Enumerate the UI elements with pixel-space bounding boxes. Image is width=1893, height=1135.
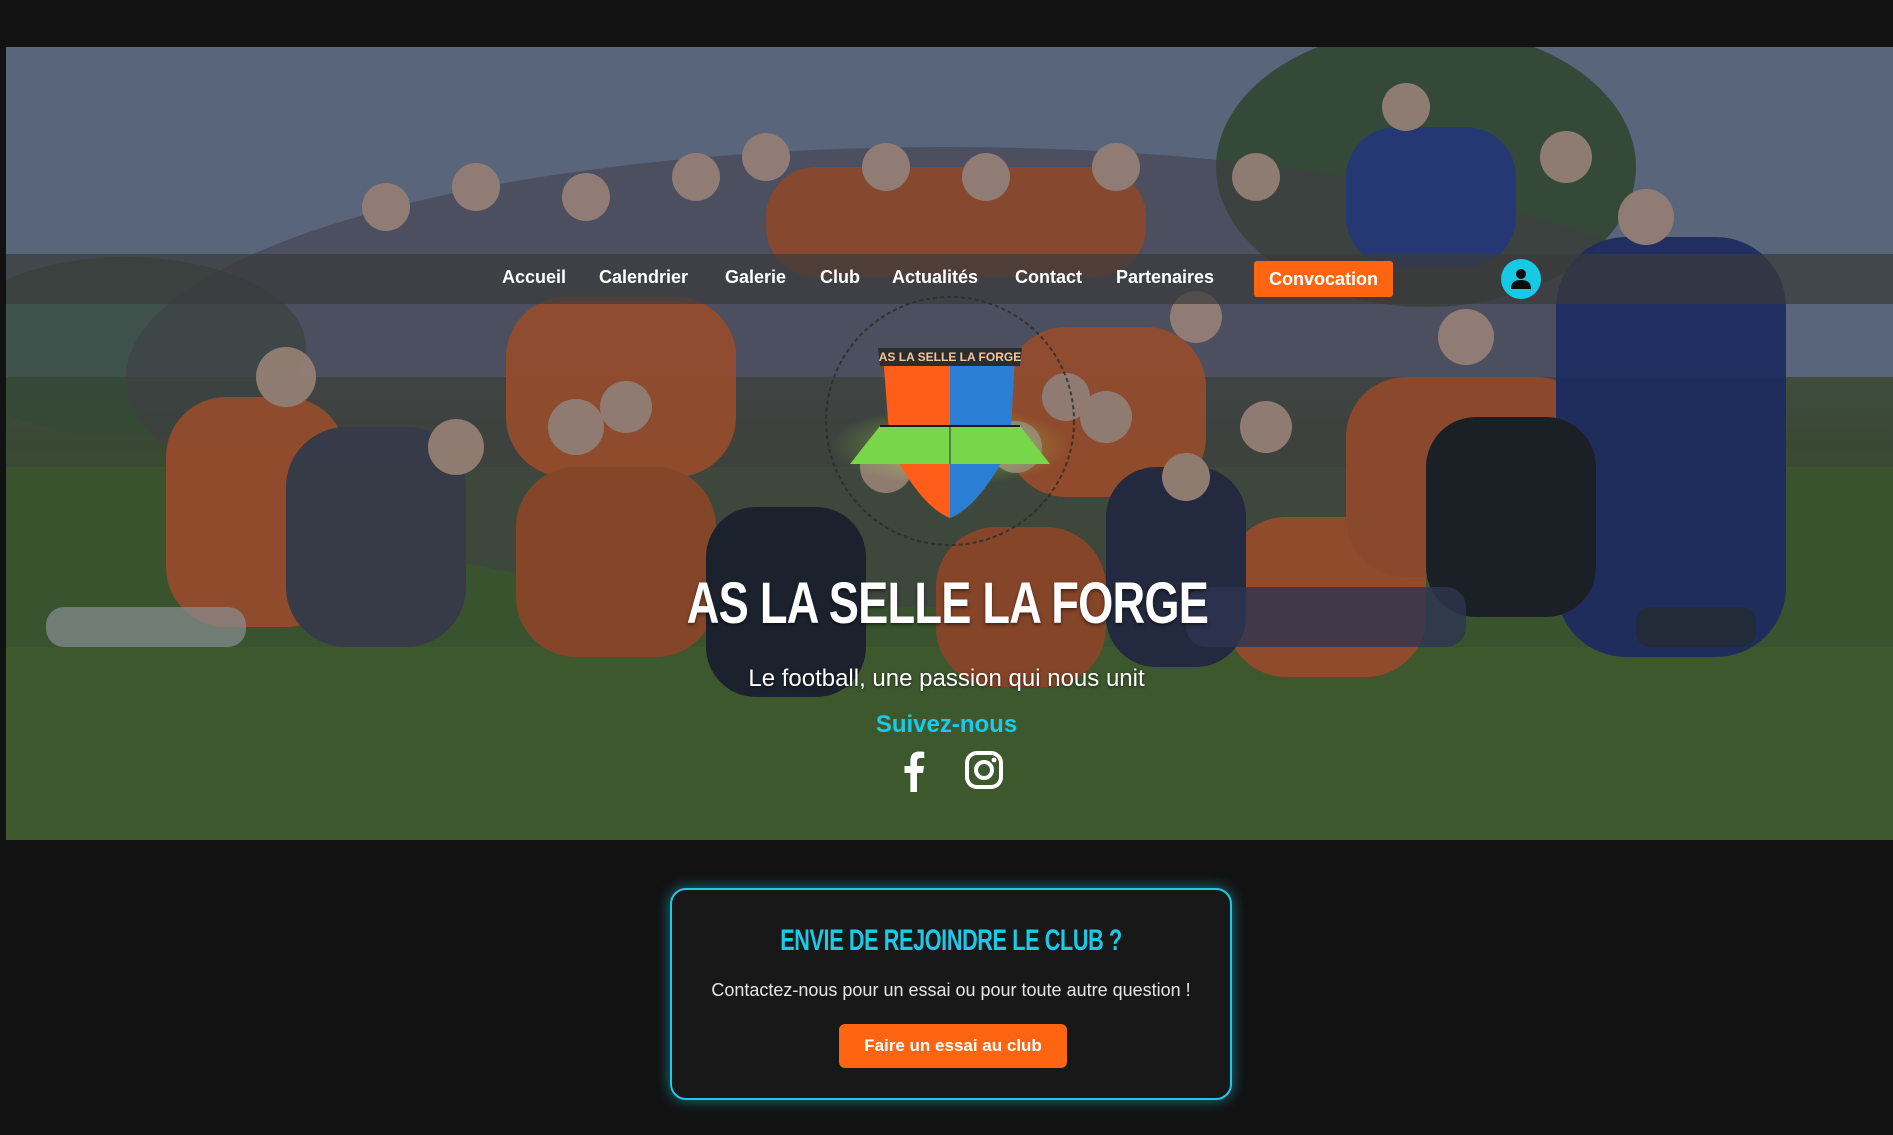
join-text: Contactez-nous pour un essai ou pour tou… [711, 980, 1191, 1000]
facebook-icon [904, 751, 925, 792]
nav-item-actualites[interactable]: Actualités [892, 267, 978, 288]
logo-text: AS LA SELLE LA FORGE [879, 350, 1021, 364]
nav-item-club[interactable]: Club [820, 267, 860, 288]
account-button[interactable] [1501, 259, 1541, 299]
nav-item-galerie[interactable]: Galerie [725, 267, 786, 288]
nav-item-partenaires[interactable]: Partenaires [1116, 267, 1214, 288]
club-logo: AS LA SELLE LA FORGE [825, 296, 1075, 546]
nav-item-calendrier[interactable]: Calendrier [599, 267, 688, 288]
instagram-link[interactable] [964, 748, 1004, 792]
user-icon [1511, 269, 1531, 289]
hero-subtitle: Le football, une passion qui nous unit [748, 665, 1145, 692]
facebook-link[interactable] [894, 748, 934, 792]
join-title: ENVIE DE REJOINDRE LE CLUB ? [780, 924, 1122, 957]
join-club-card: ENVIE DE REJOINDRE LE CLUB ? Contactez-n… [670, 888, 1232, 1100]
instagram-icon [965, 751, 1003, 789]
nav-item-accueil[interactable]: Accueil [502, 267, 566, 288]
page: Accueil Calendrier Galerie Club Actualit… [0, 0, 1893, 1135]
nav-item-contact[interactable]: Contact [1015, 267, 1082, 288]
follow-us-label: Suivez-nous [875, 711, 1018, 738]
trial-button[interactable]: Faire un essai au club [839, 1024, 1067, 1068]
club-title: AS LA SELLE LA FORGE [686, 571, 1209, 636]
convocation-button[interactable]: Convocation [1254, 261, 1394, 297]
